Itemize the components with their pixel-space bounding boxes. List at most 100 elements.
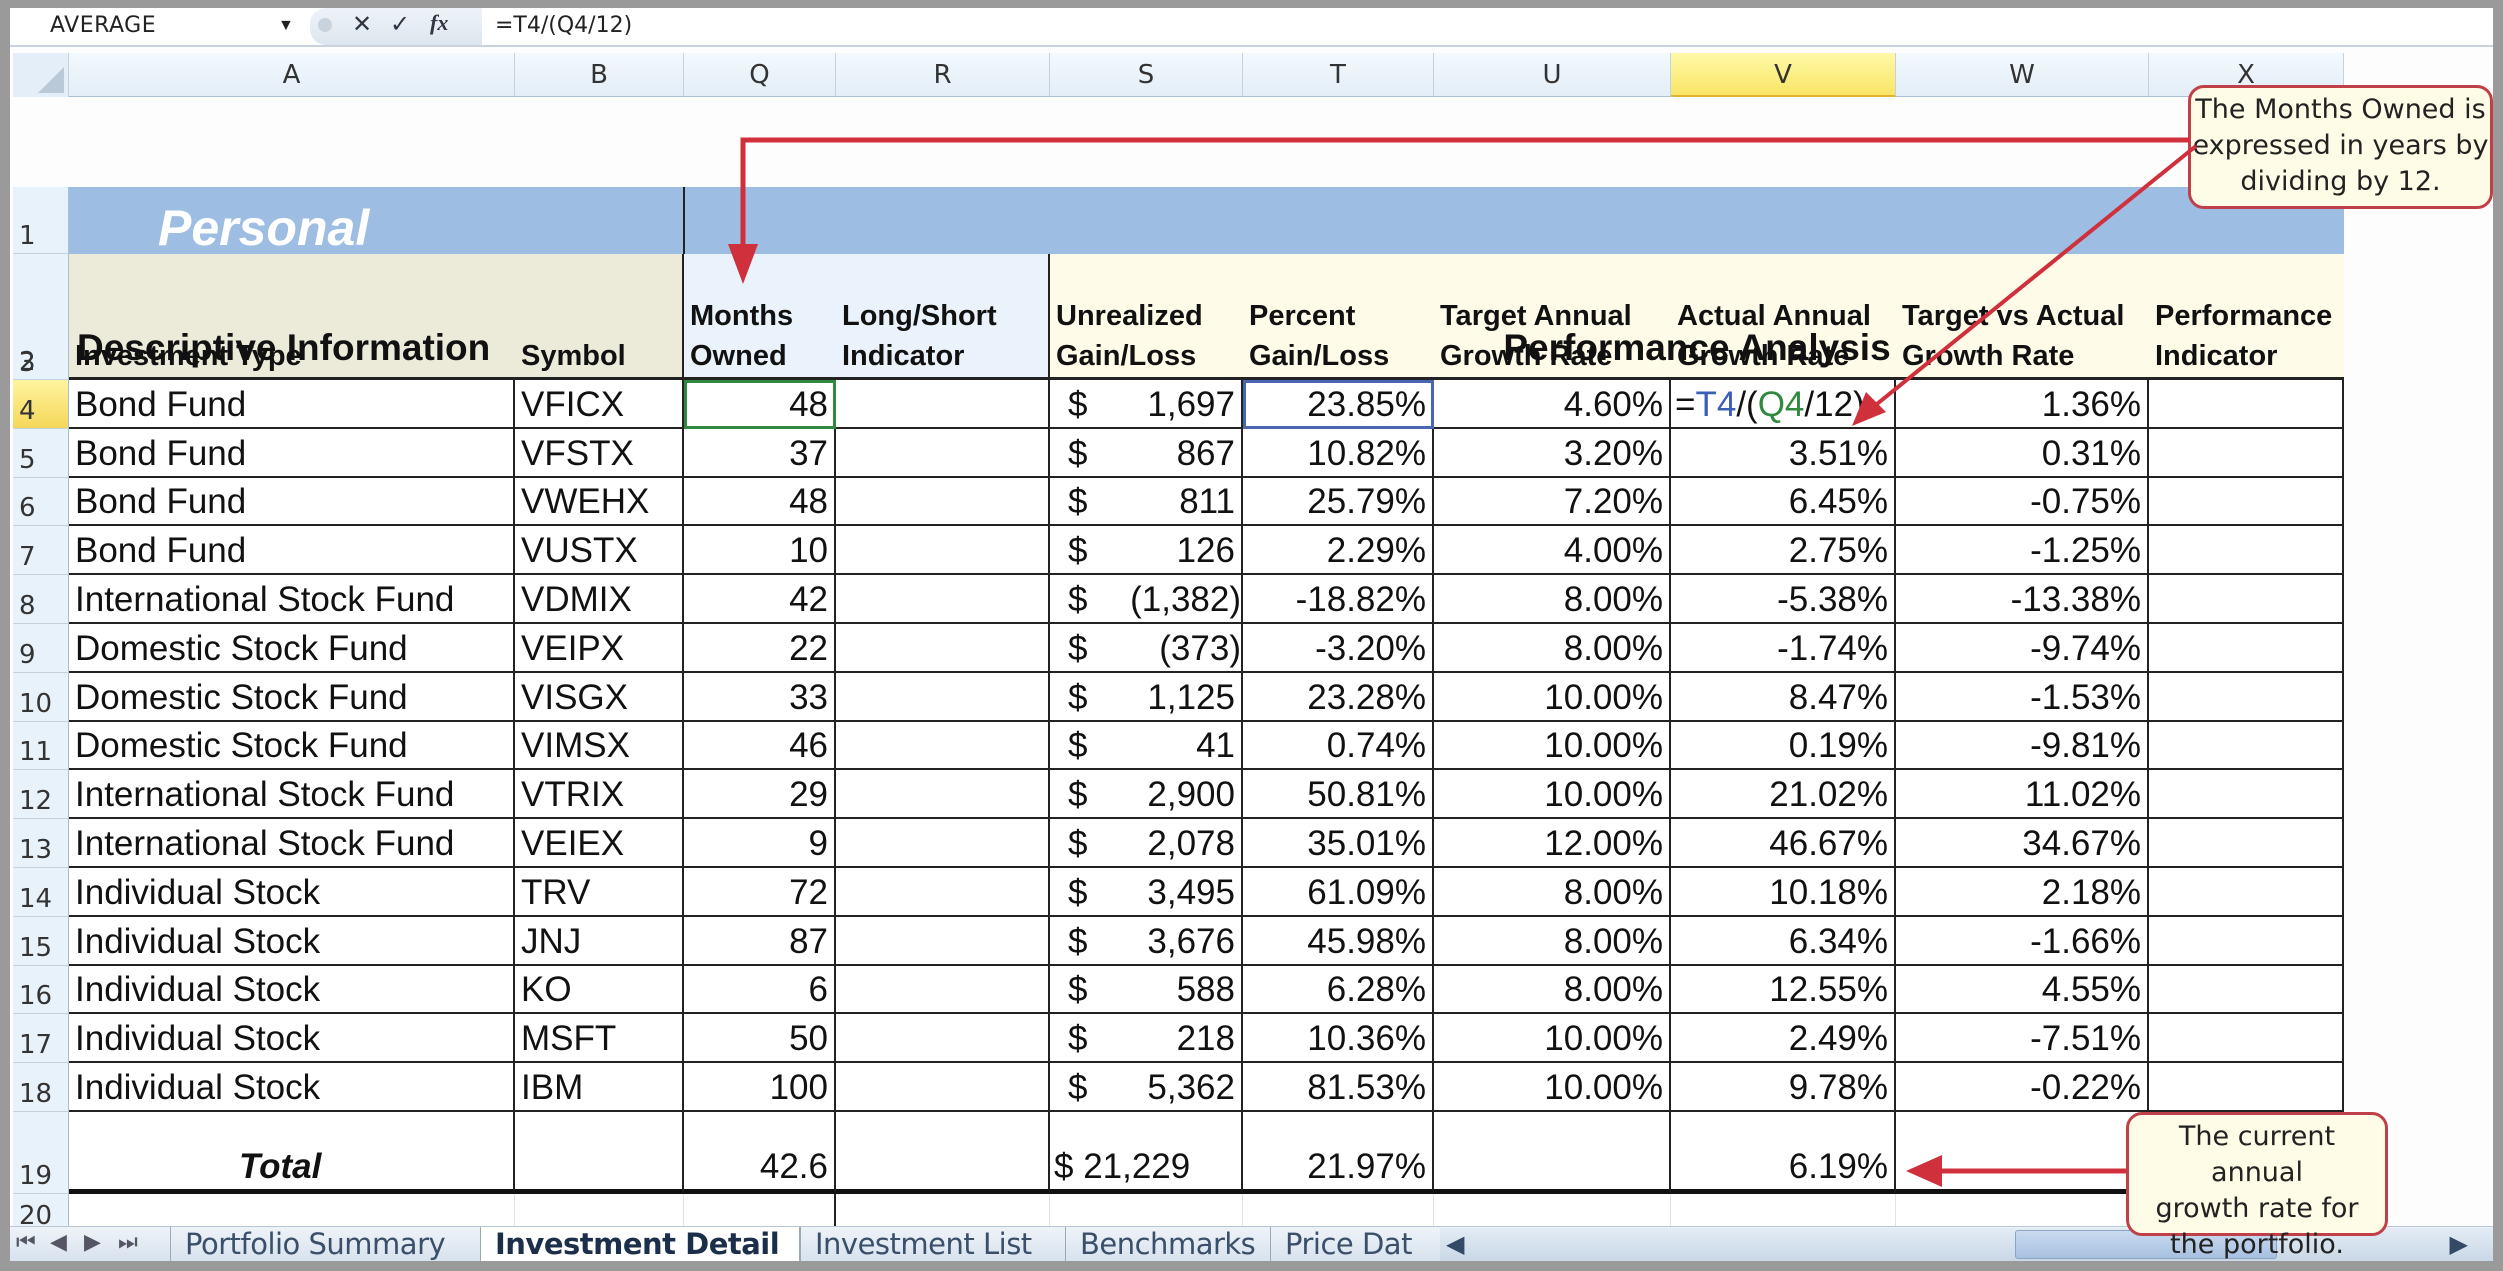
name-box[interactable]: AVERAGE: [50, 12, 290, 40]
row-header-17[interactable]: 17: [13, 1014, 69, 1064]
cell-target-growth[interactable]: 8.00%: [1434, 868, 1671, 917]
cell-symbol[interactable]: VDMIX: [515, 575, 684, 624]
cell-investment-type[interactable]: Bond Fund: [69, 428, 515, 478]
cell-months-owned[interactable]: 46: [684, 721, 836, 771]
cell-target-growth[interactable]: 8.00%: [1434, 916, 1671, 966]
column-header-s[interactable]: S: [1050, 53, 1243, 97]
cell-unrealized-gain[interactable]: 3,495 $: [1050, 868, 1243, 917]
cell-performance-indicator[interactable]: [2149, 916, 2344, 966]
cell-actual-growth[interactable]: 0.19%: [1671, 721, 1896, 771]
tab-portfolio-summary[interactable]: Portfolio Summary: [170, 1227, 480, 1261]
row-header-6[interactable]: 6: [13, 477, 69, 527]
total-symbol[interactable]: [515, 1112, 684, 1194]
cell-percent-gain[interactable]: -18.82%: [1243, 575, 1434, 624]
row-header-11[interactable]: 11: [13, 721, 69, 771]
cell-target-growth[interactable]: 10.00%: [1434, 770, 1671, 820]
cell-performance-indicator[interactable]: [2149, 1063, 2344, 1112]
row-header-7[interactable]: 7: [13, 526, 69, 576]
total-long-short[interactable]: [836, 1112, 1050, 1194]
cell-long-short[interactable]: [836, 916, 1050, 966]
cell-target-growth[interactable]: 4.60%: [1434, 380, 1671, 429]
cell-investment-type[interactable]: Bond Fund: [69, 380, 515, 429]
cell-unrealized-gain[interactable]: 867 $: [1050, 428, 1243, 478]
cell-long-short[interactable]: [836, 428, 1050, 478]
cell-target-vs-actual[interactable]: -9.81%: [1896, 721, 2149, 771]
cell-investment-type[interactable]: Individual Stock: [69, 1063, 515, 1112]
row-header-15[interactable]: 15: [13, 916, 69, 966]
cell-months-owned[interactable]: 10: [684, 526, 836, 576]
cell-investment-type[interactable]: International Stock Fund: [69, 819, 515, 868]
column-header-q[interactable]: Q: [684, 53, 836, 97]
cell-performance-indicator[interactable]: [2149, 428, 2344, 478]
cell-target-growth[interactable]: 10.00%: [1434, 672, 1671, 722]
cell-long-short[interactable]: [836, 868, 1050, 917]
cell-actual-growth-editing[interactable]: =T4/(Q4/12): [1671, 380, 1896, 429]
cell-symbol[interactable]: VISGX: [515, 672, 684, 722]
column-header-t[interactable]: T: [1243, 53, 1434, 97]
cell-months-owned[interactable]: 37: [684, 428, 836, 478]
cell-percent-gain[interactable]: 10.36%: [1243, 1014, 1434, 1064]
cell-months-owned[interactable]: 72: [684, 868, 836, 917]
cell-target-vs-actual[interactable]: -7.51%: [1896, 1014, 2149, 1064]
name-box-dropdown-icon[interactable]: ▼: [278, 12, 294, 40]
cell-unrealized-gain[interactable]: 5,362 $: [1050, 1063, 1243, 1112]
cell-actual-growth[interactable]: 9.78%: [1671, 1063, 1896, 1112]
cell-months-owned[interactable]: 87: [684, 916, 836, 966]
cell-long-short[interactable]: [836, 672, 1050, 722]
enter-check-icon[interactable]: ✓: [390, 10, 410, 39]
cell-investment-type[interactable]: Individual Stock: [69, 916, 515, 966]
cell-unrealized-gain[interactable]: 1,125 $: [1050, 672, 1243, 722]
cell-symbol[interactable]: IBM: [515, 1063, 684, 1112]
formula-input[interactable]: =T4/(Q4/12): [495, 12, 632, 40]
select-all-button[interactable]: [13, 53, 69, 97]
row-header-19[interactable]: 19: [13, 1112, 69, 1194]
column-header-b[interactable]: B: [515, 53, 684, 97]
tab-price-data[interactable]: Price Dat: [1270, 1227, 1440, 1261]
cell-months-owned[interactable]: 9: [684, 819, 836, 868]
cell-percent-gain[interactable]: 50.81%: [1243, 770, 1434, 820]
cell-long-short[interactable]: [836, 1063, 1050, 1112]
cell-performance-indicator[interactable]: [2149, 380, 2344, 429]
cell-target-vs-actual[interactable]: -1.25%: [1896, 526, 2149, 576]
cancel-icon[interactable]: ✕: [352, 10, 372, 39]
cell-symbol[interactable]: KO: [515, 965, 684, 1015]
row-header-4[interactable]: 4: [13, 380, 69, 429]
cell-performance-indicator[interactable]: [2149, 1014, 2344, 1064]
cell-months-owned[interactable]: 6: [684, 965, 836, 1015]
cell-investment-type[interactable]: Bond Fund: [69, 526, 515, 576]
cell-target-vs-actual[interactable]: 0.31%: [1896, 428, 2149, 478]
cell-target-vs-actual[interactable]: -13.38%: [1896, 575, 2149, 624]
cell-investment-type[interactable]: International Stock Fund: [69, 770, 515, 820]
cell-target-vs-actual[interactable]: 34.67%: [1896, 819, 2149, 868]
cell-percent-gain[interactable]: 35.01%: [1243, 819, 1434, 868]
cell-target-growth[interactable]: 4.00%: [1434, 526, 1671, 576]
cell-percent-gain[interactable]: 10.82%: [1243, 428, 1434, 478]
cell-performance-indicator[interactable]: [2149, 868, 2344, 917]
cell-performance-indicator[interactable]: [2149, 721, 2344, 771]
prev-sheet-icon[interactable]: ◀: [50, 1229, 67, 1255]
column-header-v[interactable]: V: [1671, 53, 1896, 97]
cell-unrealized-gain[interactable]: (373) $: [1050, 624, 1243, 673]
cell-performance-indicator[interactable]: [2149, 575, 2344, 624]
cell-symbol[interactable]: MSFT: [515, 1014, 684, 1064]
cell-symbol[interactable]: VEIEX: [515, 819, 684, 868]
row-header-18[interactable]: 18: [13, 1063, 69, 1112]
cell-target-vs-actual[interactable]: 4.55%: [1896, 965, 2149, 1015]
row-header-12[interactable]: 12: [13, 770, 69, 820]
cell-actual-growth[interactable]: 21.02%: [1671, 770, 1896, 820]
row-header-8[interactable]: 8: [13, 575, 69, 624]
cell-investment-type[interactable]: Individual Stock: [69, 1014, 515, 1064]
cell-unrealized-gain[interactable]: 2,900 $: [1050, 770, 1243, 820]
cell-investment-type[interactable]: Domestic Stock Fund: [69, 624, 515, 673]
scroll-right-icon[interactable]: ▶: [2450, 1230, 2468, 1259]
total-target-growth[interactable]: [1434, 1112, 1671, 1194]
cell-performance-indicator[interactable]: [2149, 672, 2344, 722]
total-percent-gain[interactable]: 21.97%: [1243, 1112, 1434, 1194]
cell-target-growth[interactable]: 12.00%: [1434, 819, 1671, 868]
cell-target-growth[interactable]: 8.00%: [1434, 965, 1671, 1015]
cell-percent-gain[interactable]: 2.29%: [1243, 526, 1434, 576]
tab-investment-list[interactable]: Investment List: [800, 1227, 1065, 1261]
cell-performance-indicator[interactable]: [2149, 965, 2344, 1015]
cell-percent-gain[interactable]: 23.28%: [1243, 672, 1434, 722]
cell-unrealized-gain[interactable]: (1,382) $: [1050, 575, 1243, 624]
